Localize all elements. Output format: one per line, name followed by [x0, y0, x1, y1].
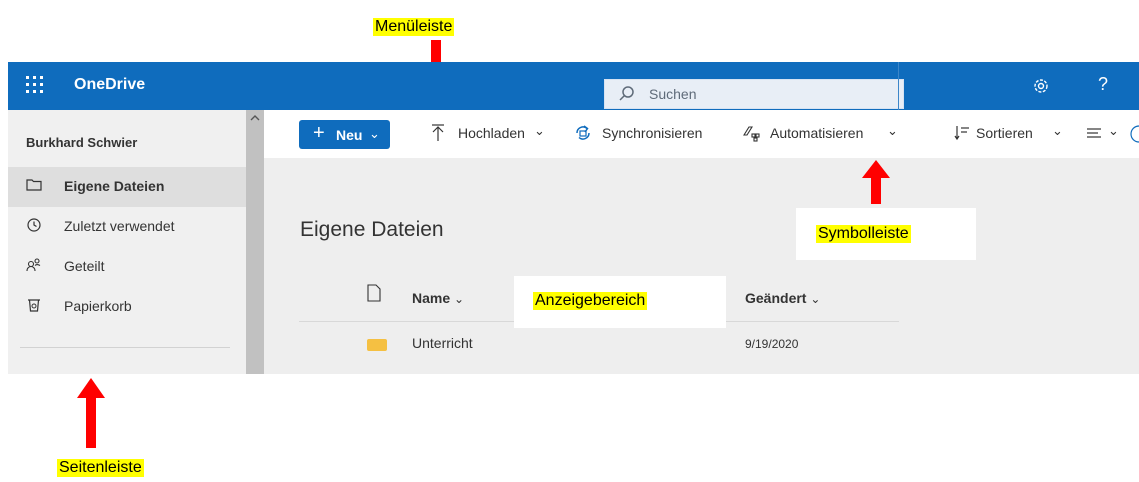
annotation-menu-label: Menüleiste [373, 18, 455, 36]
scroll-up-icon[interactable] [250, 114, 260, 122]
column-header-modified[interactable]: Geändert ⌄ [745, 290, 820, 306]
sidebar-item-recent[interactable]: Zuletzt verwendet [8, 207, 246, 247]
chevron-down-icon: ⌄ [887, 123, 898, 138]
sidebar-item-label: Geteilt [64, 258, 105, 274]
new-button-label: Neu [336, 127, 363, 143]
upload-button[interactable]: Hochladen ⌄ [430, 110, 560, 158]
sidebar-item-shared[interactable]: Geteilt [8, 247, 246, 287]
sync-label: Synchronisieren [602, 125, 703, 141]
app-launcher-icon[interactable] [26, 76, 46, 96]
search-input[interactable]: Suchen [604, 79, 904, 109]
sidebar: Burkhard Schwier Eigene Dateien Zuletzt … [8, 110, 246, 374]
sidebar-item-my-files[interactable]: Eigene Dateien [8, 167, 246, 207]
recycle-bin-icon [28, 299, 40, 312]
settings-gear-icon[interactable] [1031, 76, 1051, 96]
page-title: Eigene Dateien [300, 218, 444, 241]
sync-icon [576, 125, 590, 140]
annotation-display-label: Anzeigebereich [533, 292, 648, 310]
automate-icon [743, 126, 760, 142]
chevron-down-icon: ⌄ [369, 126, 380, 141]
annotation-arrow-toolbar [862, 160, 890, 204]
chevron-down-icon: ⌄ [1108, 123, 1119, 138]
view-options-button[interactable]: ⌄ [1086, 110, 1126, 158]
shared-icon [26, 258, 41, 272]
sidebar-item-label: Eigene Dateien [64, 178, 165, 194]
sidebar-item-recycle-bin[interactable]: Papierkorb [8, 287, 246, 327]
search-icon [619, 86, 634, 101]
chevron-down-icon: ⌄ [534, 123, 545, 138]
column-header-name-label: Name [412, 290, 451, 306]
sidebar-item-label: Papierkorb [64, 298, 132, 314]
help-icon[interactable]: ? [1098, 74, 1108, 95]
annotation-toolbar-label: Symbolleiste [816, 225, 911, 243]
file-type-icon [367, 284, 381, 302]
display-area: Eigene Dateien Name ⌄ Geändert ⌄ Unterri… [264, 158, 1139, 374]
topbar-divider [898, 62, 899, 110]
sort-icon [954, 126, 969, 141]
upload-label: Hochladen [458, 125, 525, 141]
folder-icon [367, 339, 387, 351]
view-options-icon [1087, 128, 1101, 138]
new-button[interactable]: + Neu ⌄ [299, 120, 390, 149]
chevron-down-icon: ⌄ [454, 292, 465, 306]
toolbar: + Neu ⌄ Hochladen ⌄ Synchronisieren Auto… [264, 110, 1139, 158]
recent-icon [27, 218, 41, 232]
sidebar-divider [20, 347, 230, 348]
info-icon[interactable] [1130, 124, 1139, 144]
sort-button[interactable]: Sortieren ⌄ [954, 110, 1064, 158]
app-title[interactable]: OneDrive [74, 76, 145, 94]
sync-button[interactable]: Synchronisieren [574, 110, 720, 158]
column-header-name[interactable]: Name ⌄ [412, 290, 464, 306]
automate-label: Automatisieren [770, 125, 864, 141]
column-header-modified-label: Geändert [745, 290, 807, 306]
folder-icon [26, 179, 42, 191]
sort-label: Sortieren [976, 125, 1033, 141]
chevron-down-icon: ⌄ [1052, 123, 1063, 138]
menu-bar: OneDrive Suchen ? [8, 62, 1139, 110]
sidebar-item-label: Zuletzt verwendet [64, 218, 175, 234]
user-name: Burkhard Schwier [26, 135, 138, 150]
chevron-down-icon: ⌄ [810, 292, 821, 306]
row-modified: 9/19/2020 [745, 337, 799, 351]
upload-icon [432, 124, 444, 141]
row-name[interactable]: Unterricht [412, 335, 473, 351]
plus-icon: + [313, 122, 325, 144]
automate-button[interactable]: Automatisieren ⌄ [742, 110, 902, 158]
sidebar-scrollbar[interactable] [246, 110, 264, 374]
annotation-sidebar-label: Seitenleiste [57, 459, 144, 477]
annotation-arrow-sidebar [77, 378, 105, 448]
search-placeholder: Suchen [649, 86, 697, 102]
